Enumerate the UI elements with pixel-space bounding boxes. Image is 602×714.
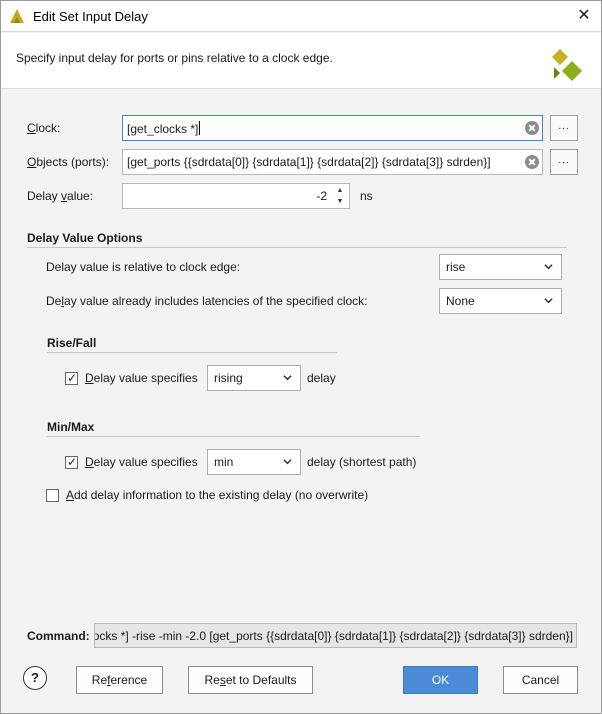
spin-up-icon[interactable]: ▲: [335, 185, 345, 196]
objects-input[interactable]: [get_ports {{sdrdata[0]} {sdrdata[1]} {s…: [122, 149, 543, 175]
rise-fall-checkbox[interactable]: ✓: [65, 371, 78, 385]
objects-value: [get_ports {{sdrdata[0]} {sdrdata[1]} {s…: [127, 155, 491, 169]
close-button[interactable]: ✕: [567, 1, 601, 32]
ok-button[interactable]: OK: [403, 666, 478, 694]
latency-label: Delay value already includes latencies o…: [46, 294, 368, 308]
chevron-down-icon: [544, 298, 553, 304]
dialog-header: Specify input delay for ports or pins re…: [1, 33, 601, 89]
min-max-checkbox[interactable]: ✓: [65, 455, 78, 469]
divider: [47, 352, 337, 353]
chevron-down-icon: [283, 375, 292, 381]
min-max-suffix: delay (shortest path): [307, 455, 417, 469]
clock-browse-button[interactable]: ...: [550, 115, 578, 141]
vendor-logo-icon: [552, 49, 582, 81]
latency-value: None: [446, 294, 475, 308]
min-max-check-label: Delay value specifies: [85, 455, 198, 469]
title-bar: Edit Set Input Delay ✕: [1, 1, 601, 32]
command-preview: set_input_delay -clock [get_clocks *] -r…: [94, 623, 577, 648]
reference-button[interactable]: Reference: [76, 666, 163, 694]
latency-select[interactable]: None: [439, 288, 562, 314]
spin-down-icon[interactable]: ▼: [335, 196, 345, 207]
delay-value-spinbox[interactable]: -2 ▲ ▼: [122, 183, 350, 209]
add-delay-checkbox[interactable]: [46, 489, 59, 502]
clear-icon[interactable]: [525, 121, 539, 135]
rise-fall-check-label: Delay value specifies: [85, 371, 198, 385]
min-max-title: Min/Max: [47, 420, 95, 434]
rise-fall-suffix: delay: [307, 371, 336, 385]
command-value: set_input_delay -clock [get_clocks *] -r…: [95, 629, 573, 643]
delay-value-label: Delay value:: [27, 189, 94, 203]
divider: [47, 436, 420, 437]
help-button[interactable]: ?: [23, 666, 47, 690]
add-delay-label: Add delay information to the existing de…: [66, 488, 369, 502]
dialog-description: Specify input delay for ports or pins re…: [16, 51, 333, 65]
min-max-value: min: [214, 455, 234, 469]
objects-label: Objects (ports):: [27, 155, 110, 169]
delay-options-title: Delay Value Options: [27, 231, 143, 245]
min-max-select[interactable]: min: [207, 449, 301, 475]
rise-fall-title: Rise/Fall: [47, 336, 97, 350]
checkmark-icon: ✓: [66, 455, 78, 469]
objects-browse-button[interactable]: ...: [550, 149, 578, 175]
chevron-down-icon: [544, 264, 553, 270]
divider: [27, 247, 567, 248]
relative-edge-select[interactable]: rise: [439, 254, 562, 280]
rise-fall-select[interactable]: rising: [207, 365, 301, 391]
clock-input[interactable]: [get_clocks *]: [122, 115, 543, 141]
delay-value: -2: [316, 189, 327, 203]
clear-icon[interactable]: [525, 155, 539, 169]
command-label: Command:: [27, 629, 90, 643]
relative-edge-value: rise: [446, 260, 466, 274]
dialog-window: Edit Set Input Delay ✕ Specify input del…: [0, 0, 602, 714]
clock-label: Clock:: [27, 121, 61, 135]
reset-defaults-button[interactable]: Reset to Defaults: [188, 666, 313, 694]
rise-fall-value: rising: [214, 371, 243, 385]
window-title: Edit Set Input Delay: [33, 9, 148, 24]
clock-value: [get_clocks *]: [127, 122, 199, 136]
spinner: ▲ ▼: [335, 185, 345, 207]
app-logo-icon: [10, 9, 24, 23]
checkmark-icon: ✓: [66, 371, 78, 385]
close-icon: ✕: [577, 7, 591, 24]
relative-edge-label: Delay value is relative to clock edge:: [46, 260, 241, 274]
cancel-button[interactable]: Cancel: [503, 666, 578, 694]
delay-unit: ns: [360, 189, 373, 203]
chevron-down-icon: [283, 459, 292, 465]
